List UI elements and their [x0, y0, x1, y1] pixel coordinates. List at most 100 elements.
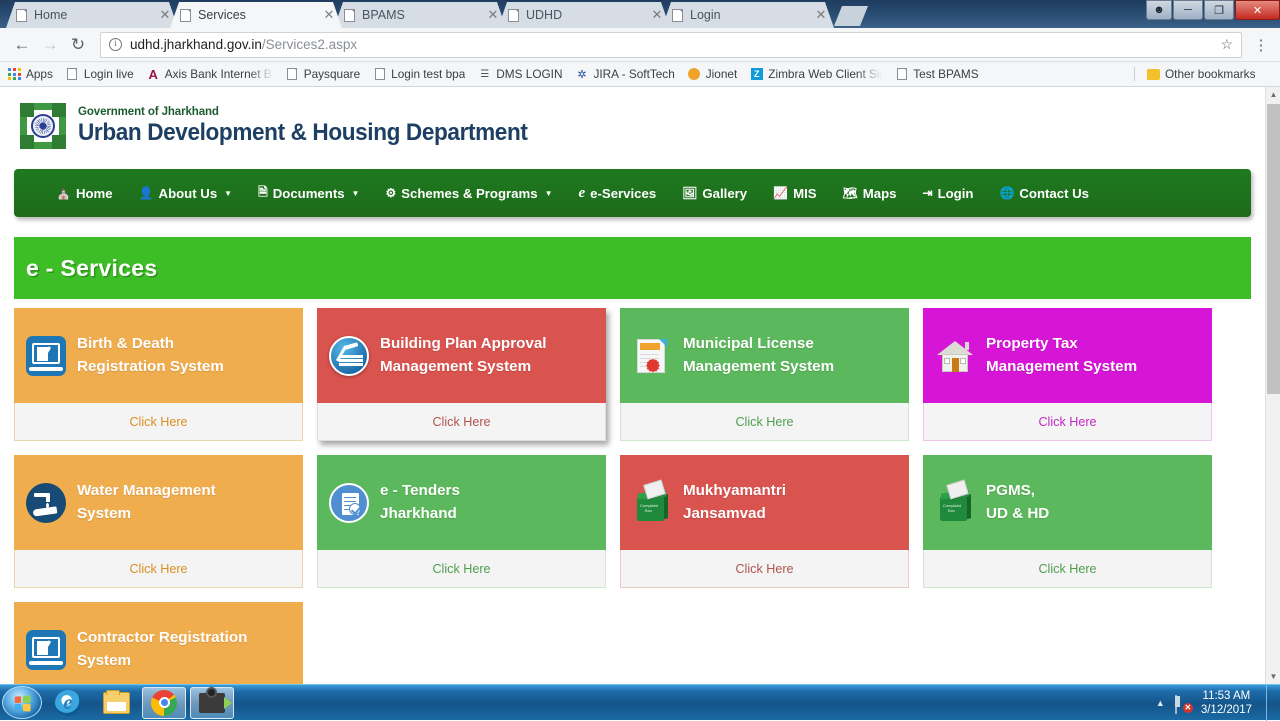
service-card-property-tax[interactable]: Property Tax Management System Click Here [923, 308, 1212, 441]
internet-explorer-icon [55, 689, 81, 716]
reload-button[interactable]: ↻ [64, 31, 92, 59]
nav-item-e-services[interactable]: e e-Services [579, 185, 657, 202]
page-banner: e - Services [14, 237, 1251, 299]
complaint-box-icon: Complaint Box [632, 479, 672, 523]
chrome-menu-icon[interactable]: ⋮ [1250, 36, 1272, 54]
scroll-up-icon[interactable]: ▲ [1266, 87, 1280, 102]
nav-label: Schemes & Programs [401, 185, 538, 201]
click-here-button[interactable]: Click Here [14, 550, 303, 588]
service-card-header: Property Tax Management System [923, 308, 1212, 403]
site-info-icon[interactable]: i [109, 38, 122, 51]
bookmark-jionet[interactable]: Jionet [688, 67, 737, 81]
nav-label: Gallery [702, 185, 748, 201]
bookmark-dms-login[interactable]: ☰ DMS LOGIN [478, 67, 562, 81]
nav-item-about-us[interactable]: 👤 About Us ▼ [139, 186, 232, 201]
chevron-down-icon: ▼ [224, 188, 233, 198]
browser-tab-services[interactable]: Services ✕ [170, 2, 342, 28]
bookmark-apps[interactable]: Apps [8, 67, 53, 81]
service-card-municipal-license[interactable]: Municipal License Management System Click… [620, 308, 909, 441]
page-scrollbar[interactable]: ▲ ▼ [1265, 87, 1280, 684]
close-button[interactable]: ✕ [1235, 0, 1280, 20]
nav-label: e-Services [590, 185, 657, 201]
hammer-bricks-icon [329, 335, 369, 376]
click-here-button[interactable]: Click Here [923, 550, 1212, 588]
bookmark-label: DMS LOGIN [496, 67, 563, 81]
browser-tab-login[interactable]: Login ✕ [662, 2, 834, 28]
browser-tab-bpams[interactable]: BPAMS ✕ [334, 2, 506, 28]
page-icon [373, 68, 386, 81]
taskbar-item-google-chrome[interactable] [142, 686, 186, 719]
service-card-contractor-registration[interactable]: Contractor RegistrationSystem Click Here [14, 602, 303, 684]
web-page: Government of Jharkhand Urban Developmen… [0, 87, 1265, 684]
service-card-birth-death[interactable]: Birth & Death Registration System Click H… [14, 308, 303, 441]
bookmark-axis-bank[interactable]: A Axis Bank Internet Ban [147, 67, 273, 81]
click-here-button[interactable]: Click Here [620, 550, 909, 588]
tab-strip: Home ✕ Services ✕ BPAMS ✕ UDHD ✕ Login ✕ [6, 0, 868, 28]
bookmark-zimbra[interactable]: Z Zimbra Web Client Sig [750, 67, 882, 81]
nav-label: Contact Us [1019, 185, 1090, 201]
click-here-button[interactable]: Click Here [317, 550, 606, 588]
service-card-mukhyamantri-jansamvad[interactable]: Complaint Box Mukhyamantri Jansamvad Click… [620, 455, 909, 588]
nav-item-documents[interactable]: 🗎 Documents ▼ [258, 183, 359, 204]
click-here-button[interactable]: Click Here [14, 403, 303, 441]
show-hidden-icons-icon[interactable]: ▲ [1156, 698, 1165, 708]
bookmark-login-live[interactable]: Login live [66, 67, 134, 81]
tab-close-icon[interactable]: ✕ [322, 8, 336, 22]
service-card-building-plan-approval[interactable]: Building Plan Approval Management System … [317, 308, 606, 441]
tab-close-icon[interactable]: ✕ [158, 8, 172, 22]
bookmark-paysquare[interactable]: Paysquare [286, 67, 360, 81]
nav-item-schemes-programs[interactable]: ⚙ Schemes & Programs ▼ [385, 186, 552, 201]
browser-tab-home[interactable]: Home ✕ [6, 2, 178, 28]
scrollbar-thumb[interactable] [1267, 104, 1280, 394]
new-tab-button[interactable] [834, 6, 868, 26]
nav-item-gallery[interactable]: 🖼 Gallery [682, 186, 747, 201]
other-bookmarks-button[interactable]: Other bookmarks [1134, 67, 1259, 81]
bookmark-label: Axis Bank Internet Ban [164, 67, 273, 81]
show-desktop-button[interactable] [1266, 684, 1276, 721]
click-here-button[interactable]: Click Here [620, 403, 909, 441]
tab-close-icon[interactable]: ✕ [486, 8, 500, 22]
address-bar[interactable]: i udhd.jharkhand.gov.in /Services2.aspx … [100, 31, 1242, 58]
back-button[interactable]: ← [8, 31, 36, 59]
service-card-e-tenders[interactable]: e - Tenders Jharkhand Click Here [317, 455, 606, 588]
bookmark-test-bpams[interactable]: Test BPAMS [895, 67, 979, 81]
start-button[interactable] [2, 686, 42, 719]
service-card-title: Birth & Death Registration System [77, 335, 224, 375]
bookmark-login-test-bpa[interactable]: Login test bpa [373, 67, 465, 81]
complaint-box-icon: Complaint Box [935, 479, 975, 523]
nav-item-login[interactable]: ⇥ Login [923, 186, 974, 201]
chevron-down-icon: ▼ [351, 188, 360, 198]
nav-item-contact-us[interactable]: 🌐 Contact Us [999, 186, 1089, 201]
service-card-water-management[interactable]: Water Management System Click Here [14, 455, 303, 588]
click-here-button[interactable]: Click Here [923, 403, 1212, 441]
forward-button[interactable]: → [36, 31, 64, 59]
user-profile-icon[interactable]: ☻ [1146, 0, 1172, 20]
network-status-icon[interactable]: ✕ [1174, 694, 1193, 714]
service-card-title: Mukhyamantri Jansamvad [683, 482, 786, 522]
tab-favicon-icon [344, 8, 355, 22]
minimize-button[interactable]: ─ [1173, 0, 1203, 20]
scroll-down-icon[interactable]: ▼ [1266, 669, 1280, 684]
taskbar-item-windows-explorer[interactable] [94, 687, 138, 719]
services-grid: Birth & Death Registration System Click H… [0, 299, 1265, 684]
taskbar-item-screen-recorder[interactable] [190, 686, 234, 719]
tab-close-icon[interactable]: ✕ [814, 8, 828, 22]
site-header: Government of Jharkhand Urban Developmen… [0, 87, 1265, 157]
bookmark-star-icon[interactable]: ☆ [1220, 36, 1233, 53]
window-controls: ☻ ─ ❐ ✕ [1145, 0, 1280, 22]
clock[interactable]: 11:53 AM 3/12/2017 [1201, 689, 1252, 717]
browser-tab-udhd[interactable]: UDHD ✕ [498, 2, 670, 28]
tab-favicon-icon [16, 8, 27, 22]
nav-item-home[interactable]: ⛪ Home [56, 186, 113, 201]
sign-in-icon: ⇥ [922, 186, 933, 200]
nav-item-mis[interactable]: 📈 MIS [773, 186, 816, 201]
bookmark-jira[interactable]: ✲ JIRA - SoftTech [575, 67, 674, 81]
click-here-button[interactable]: Click Here [317, 403, 606, 441]
tab-close-icon[interactable]: ✕ [650, 8, 664, 22]
nav-item-maps[interactable]: 🗺 Maps [843, 186, 897, 201]
service-card-pgms[interactable]: Complaint Box PGMS, UD & HD Click Here [923, 455, 1212, 588]
tab-label: Login [690, 8, 721, 22]
taskbar-item-internet-explorer[interactable] [46, 687, 90, 719]
maximize-button[interactable]: ❐ [1204, 0, 1234, 20]
chevron-down-icon: ▼ [544, 188, 553, 198]
